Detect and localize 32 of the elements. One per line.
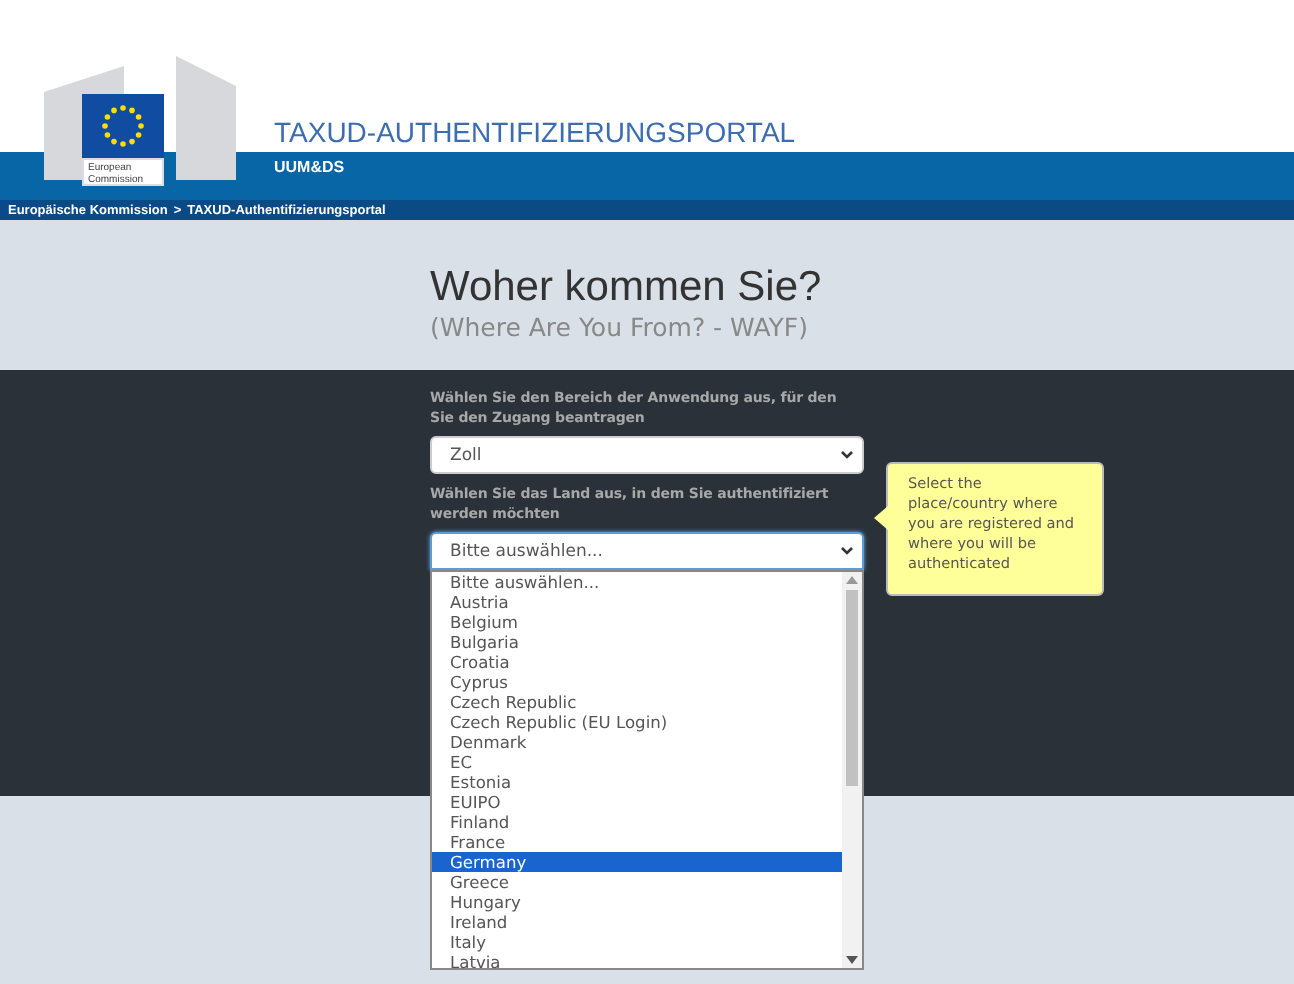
dropdown-option[interactable]: Estonia xyxy=(432,772,842,792)
portal-title: TAXUD-AUTHENTIFIZIERUNGSPORTAL xyxy=(274,116,796,148)
dropdown-option[interactable]: Bitte auswählen... xyxy=(432,572,842,592)
dropdown-option[interactable]: Czech Republic (EU Login) xyxy=(432,712,842,732)
dropdown-option[interactable]: Austria xyxy=(432,592,842,612)
scroll-down-icon[interactable] xyxy=(846,956,858,964)
dropdown-option[interactable]: EC xyxy=(432,752,842,772)
dropdown-option[interactable]: Cyprus xyxy=(432,672,842,692)
select-field[interactable]: Bitte auswählen... xyxy=(430,532,864,570)
dropdown-option[interactable]: Denmark xyxy=(432,732,842,752)
scroll-up-icon[interactable] xyxy=(846,576,858,584)
dropdown-option[interactable]: Bulgaria xyxy=(432,632,842,652)
chevron-down-icon xyxy=(840,546,854,556)
select-field[interactable]: Zoll xyxy=(430,436,864,474)
dropdown-option[interactable]: Greece xyxy=(432,872,842,892)
dropdown-option[interactable]: Czech Republic xyxy=(432,692,842,712)
dropdown-option[interactable]: Germany xyxy=(432,852,842,872)
tooltip-pointer-icon xyxy=(874,506,888,530)
dropdown-option[interactable]: Ireland xyxy=(432,912,842,932)
dropdown-option[interactable]: Italy xyxy=(432,932,842,952)
chevron-down-icon xyxy=(840,450,854,460)
dropdown-option[interactable]: Croatia xyxy=(432,652,842,672)
portal-subtitle: UUM&DS xyxy=(274,158,345,176)
dropdown-option[interactable]: Hungary xyxy=(432,892,842,912)
dropdown-option[interactable]: Belgium xyxy=(432,612,842,632)
dropdown-option[interactable]: EUIPO xyxy=(432,792,842,812)
dropdown-option[interactable]: Latvia xyxy=(432,952,842,972)
page-subheading: (Where Are You From? - WAYF) xyxy=(430,312,810,342)
dropdown-option[interactable]: Finland xyxy=(432,812,842,832)
page-heading: Woher kommen Sie? xyxy=(430,264,824,312)
scrollbar[interactable] xyxy=(842,572,862,968)
dropdown-option[interactable]: France xyxy=(432,832,842,852)
